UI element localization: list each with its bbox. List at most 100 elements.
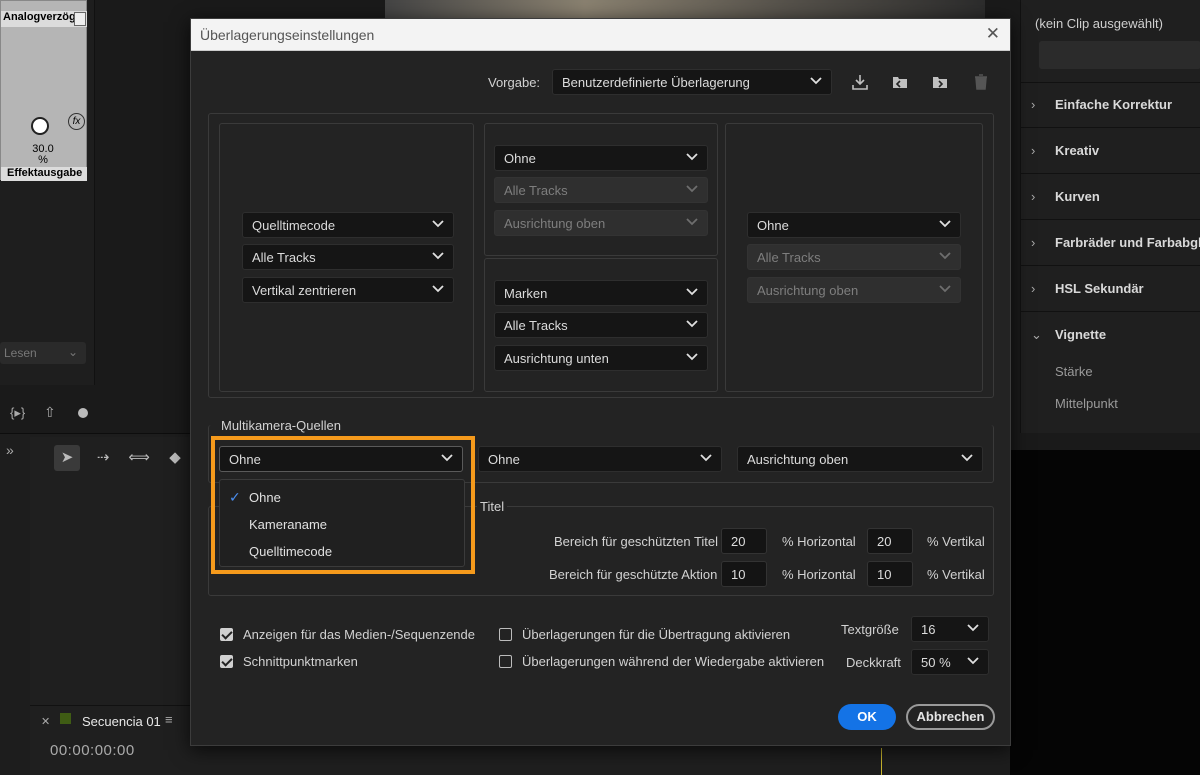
playhead[interactable]	[881, 748, 882, 775]
opacity-dropdown[interactable]: 50 %	[911, 649, 989, 675]
close-icon[interactable]: ✕	[986, 24, 1000, 44]
chevron-right-icon: ›	[1031, 143, 1036, 158]
right-content-dropdown[interactable]: Ohne	[747, 212, 961, 238]
lesen-dropdown[interactable]: Lesen ⌄	[0, 342, 86, 364]
effect-panel: Analogverzög fx 30.0 % Effektausgabe	[0, 0, 87, 181]
export-icon[interactable]: ⇧	[44, 404, 56, 421]
safe-action-horizontal-input[interactable]: 10	[721, 561, 767, 587]
vertical-unit-label: % Vertikal	[927, 534, 985, 549]
section-basic-correction[interactable]: › Einfache Korrektur	[1031, 97, 1172, 112]
ripple-edit-icon[interactable]: ⟺	[126, 445, 152, 471]
chevron-down-icon	[686, 182, 698, 194]
chevron-right-icon: ›	[1031, 281, 1036, 296]
razor-icon[interactable]: ◆	[162, 445, 188, 471]
horizontal-unit-label: % Horizontal	[782, 567, 856, 582]
chevron-down-icon	[686, 215, 698, 227]
section-color-wheels[interactable]: ›Farbräder und Farbabgleich	[1031, 235, 1200, 250]
safe-action-vertical-input[interactable]: 10	[867, 561, 913, 587]
cancel-button[interactable]: Abbrechen	[906, 704, 995, 730]
keyframe-icon[interactable]: {▸}	[10, 405, 25, 421]
edit-marks-checkbox[interactable]	[220, 655, 233, 668]
chevron-down-icon	[700, 451, 712, 463]
chevron-right-icon: ›	[1031, 97, 1036, 112]
chevron-down-icon	[939, 282, 951, 294]
right-alignment-dropdown: Ausrichtung oben	[747, 277, 961, 303]
sequence-tab[interactable]: Secuencia 01	[82, 714, 161, 729]
sequence-timecode[interactable]: 00:00:00:00	[50, 742, 135, 759]
section-curves[interactable]: › Kurven	[1031, 189, 1100, 204]
knob-icon[interactable]	[31, 117, 49, 135]
fx-icon[interactable]: fx	[68, 113, 85, 130]
chevron-down-icon	[432, 249, 444, 261]
chevron-down-icon	[967, 654, 979, 666]
safe-title-label: Bereich für geschützten Titel	[554, 534, 719, 549]
chevron-down-icon	[686, 285, 698, 297]
safe-title-vertical-input[interactable]: 20	[867, 528, 913, 554]
multicam-alignment-dropdown[interactable]: Ausrichtung oben	[737, 446, 983, 472]
dialog-title: Überlagerungseinstellungen	[200, 27, 375, 43]
preset-value: Benutzerdefinierte Überlagerung	[562, 75, 750, 90]
center-bottom-content-dropdown[interactable]: Marken	[494, 280, 708, 306]
text-size-dropdown[interactable]: 16	[911, 616, 989, 642]
text-size-label: Textgröße	[841, 622, 899, 637]
overlay-settings-dialog: Überlagerungseinstellungen ✕ Vorgabe: Be…	[190, 18, 1011, 746]
chevron-down-icon	[686, 150, 698, 162]
selection-tool-icon[interactable]: ➤	[54, 445, 80, 471]
center-top-content-dropdown[interactable]: Ohne	[494, 145, 708, 171]
left-alignment-dropdown[interactable]: Vertikal zentrieren	[242, 277, 454, 303]
effect-unit: %	[38, 154, 48, 166]
highlight-annotation	[211, 436, 475, 574]
chevron-down-icon	[961, 451, 973, 463]
dialog-titlebar: Überlagerungseinstellungen ✕	[191, 19, 1010, 51]
chevron-down-icon: ⌄	[1031, 327, 1042, 342]
chevron-down-icon	[686, 317, 698, 329]
left-content-dropdown[interactable]: Quelltimecode	[242, 212, 454, 238]
center-top-tracks-dropdown: Alle Tracks	[494, 177, 708, 203]
multicam-second-dropdown[interactable]: Ohne	[478, 446, 722, 472]
right-tracks-dropdown: Alle Tracks	[747, 244, 961, 270]
opacity-label: Deckkraft	[846, 655, 901, 670]
section-creative[interactable]: › Kreativ	[1031, 143, 1099, 158]
chevron-down-icon: ⌄	[67, 345, 78, 359]
chevron-down-icon	[939, 249, 951, 261]
track-select-icon[interactable]: ⇢	[90, 445, 116, 471]
ok-button[interactable]: OK	[838, 704, 896, 730]
clip-field[interactable]	[1039, 41, 1200, 69]
chevron-right-icon: ›	[1031, 235, 1036, 250]
lesen-label: Lesen	[4, 346, 37, 360]
show-end-checkbox[interactable]	[220, 628, 233, 641]
vignette-amount-label: Stärke	[1055, 364, 1093, 379]
chevron-down-icon	[686, 350, 698, 362]
show-end-label: Anzeigen für das Medien-/Sequenzende	[243, 627, 475, 642]
chevron-down-icon	[432, 282, 444, 294]
menu-icon[interactable]: ≡	[165, 712, 173, 727]
safe-action-label: Bereich für geschützte Aktion	[549, 567, 718, 582]
section-vignette[interactable]: ⌄ Vignette	[1031, 327, 1106, 343]
horizontal-unit-label: % Horizontal	[782, 534, 856, 549]
effect-output-dropdown[interactable]: Effektausgabe	[1, 167, 87, 181]
close-icon[interactable]: ✕	[41, 715, 50, 728]
center-bottom-tracks-dropdown[interactable]: Alle Tracks	[494, 312, 708, 338]
playback-overlays-checkbox[interactable]	[499, 655, 512, 668]
effect-menu-icon[interactable]	[74, 12, 86, 26]
no-clip-label: (kein Clip ausgewählt)	[1035, 16, 1163, 31]
left-tracks-dropdown[interactable]: Alle Tracks	[242, 244, 454, 270]
trash-icon[interactable]	[972, 73, 992, 93]
tools-panel: ➤ ⇢ ⟺ ◆	[30, 437, 190, 707]
transmit-overlays-label: Überlagerungen für die Übertragung aktiv…	[522, 627, 791, 642]
record-icon[interactable]	[78, 408, 88, 418]
expand-icon[interactable]: »	[6, 442, 14, 458]
chevron-down-icon	[432, 217, 444, 229]
section-hsl[interactable]: › HSL Sekundär	[1031, 281, 1144, 296]
chevron-down-icon	[810, 74, 822, 86]
edit-marks-label: Schnittpunktmarken	[243, 654, 358, 669]
export-preset-icon[interactable]	[931, 73, 951, 93]
center-bottom-alignment-dropdown[interactable]: Ausrichtung unten	[494, 345, 708, 371]
center-top-alignment-dropdown: Ausrichtung oben	[494, 210, 708, 236]
vertical-unit-label: % Vertikal	[927, 567, 985, 582]
safe-title-horizontal-input[interactable]: 20	[721, 528, 767, 554]
import-preset-icon[interactable]	[891, 73, 911, 93]
save-preset-icon[interactable]	[851, 73, 871, 93]
transmit-overlays-checkbox[interactable]	[499, 628, 512, 641]
preset-dropdown[interactable]: Benutzerdefinierte Überlagerung	[552, 69, 832, 95]
